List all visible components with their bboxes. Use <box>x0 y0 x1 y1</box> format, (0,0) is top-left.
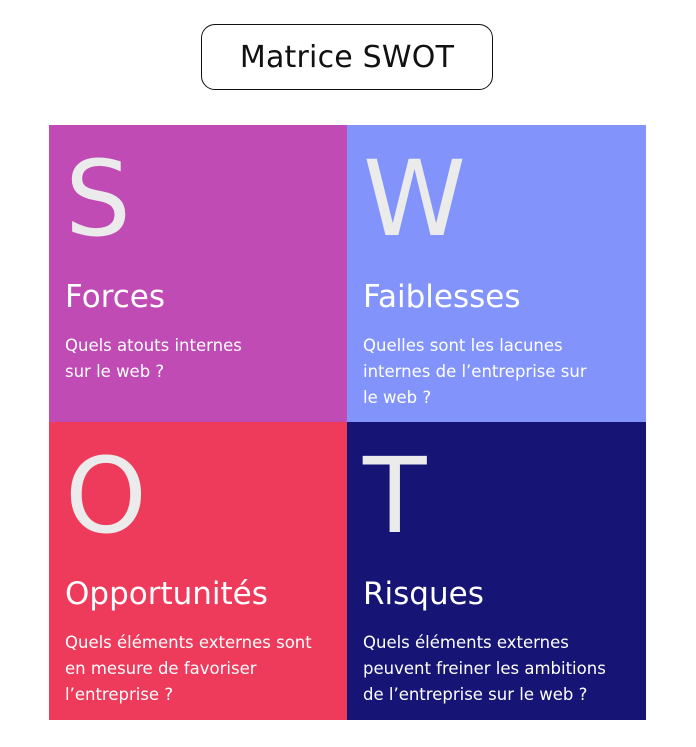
quadrant-strengths: S Forces Quels atouts internes sur le we… <box>49 125 347 422</box>
quadrant-description-opportunities: Quels éléments externes sont en mesure d… <box>65 633 312 704</box>
quadrant-letter-w: W <box>363 138 466 260</box>
quadrant-letter-o: O <box>65 435 147 557</box>
quadrant-description-strengths: Quels atouts internes sur le web ? <box>65 336 242 381</box>
quadrant-threats: T Risques Quels éléments externes peuven… <box>347 422 646 720</box>
page-title: Matrice SWOT <box>239 39 455 75</box>
quadrant-letter-s: S <box>65 138 132 260</box>
title-box: Matrice SWOT <box>201 24 493 90</box>
swot-matrix: S Forces Quels atouts internes sur le we… <box>49 125 646 720</box>
quadrant-description-threats: Quels éléments externes peuvent freiner … <box>363 633 606 704</box>
quadrant-letter-t: T <box>363 435 427 557</box>
quadrant-heading-weaknesses: Faiblesses <box>363 279 521 315</box>
quadrant-description-weaknesses: Quelles sont les lacunes internes de l’e… <box>363 336 587 407</box>
quadrant-weaknesses: W Faiblesses Quelles sont les lacunes in… <box>347 125 646 422</box>
quadrant-heading-strengths: Forces <box>65 279 166 315</box>
quadrant-opportunities: O Opportunités Quels éléments externes s… <box>49 422 347 720</box>
quadrant-heading-threats: Risques <box>363 576 484 612</box>
quadrant-heading-opportunities: Opportunités <box>65 576 268 612</box>
